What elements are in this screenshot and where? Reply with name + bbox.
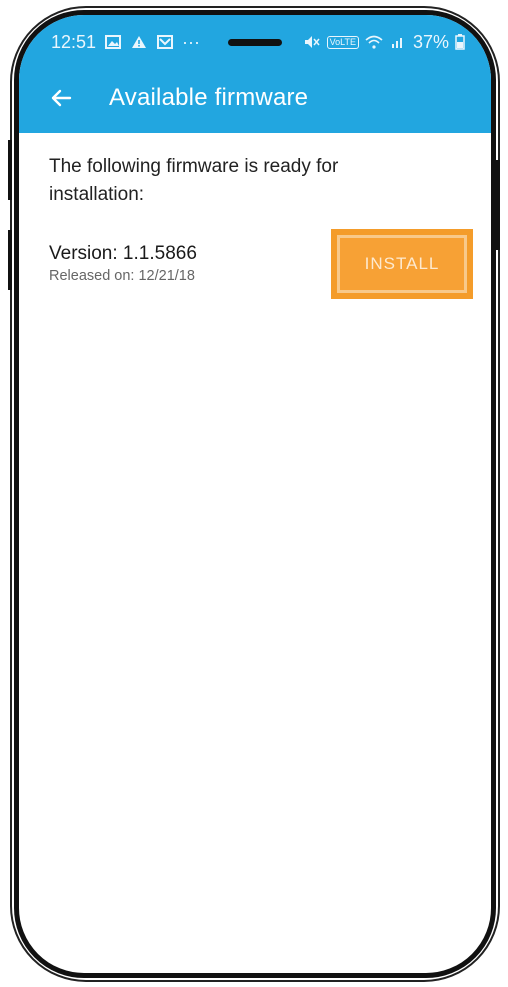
mute-icon [303, 34, 321, 50]
volume-down-button [8, 230, 12, 290]
battery-icon [455, 34, 465, 50]
install-button[interactable]: INSTALL [337, 235, 467, 293]
main-content: The following firmware is ready for inst… [49, 153, 473, 323]
status-time: 12:51 [51, 31, 97, 52]
mail-icon [156, 34, 174, 50]
camera-notch [228, 39, 282, 46]
toolbar: Available firmware [49, 73, 308, 123]
more-icon: ··· [182, 31, 201, 52]
arrow-left-icon[interactable] [49, 86, 73, 110]
install-highlight: INSTALL [331, 229, 473, 299]
volume-up-button [8, 140, 12, 200]
app-bar: 12:51 ··· VoLTE 37% Available firmware [19, 15, 491, 133]
wifi-icon [365, 34, 383, 50]
volte-icon: VoLTE [326, 35, 359, 49]
battery-level: 37% [412, 31, 449, 52]
power-button [496, 160, 500, 250]
status-left: 12:51 ··· [51, 32, 200, 53]
phone-frame: 12:51 ··· VoLTE 37% Available firmware T… [14, 10, 496, 978]
page-title: Available firmware [109, 84, 309, 111]
warning-icon [130, 34, 148, 50]
status-right: VoLTE 37% [303, 32, 465, 53]
signal-icon [389, 34, 407, 50]
intro-text: The following firmware is ready for inst… [49, 156, 339, 205]
firmware-item: Version: 1.1.5866 Released on: 12/21/18 … [49, 229, 473, 323]
image-icon [104, 34, 122, 50]
